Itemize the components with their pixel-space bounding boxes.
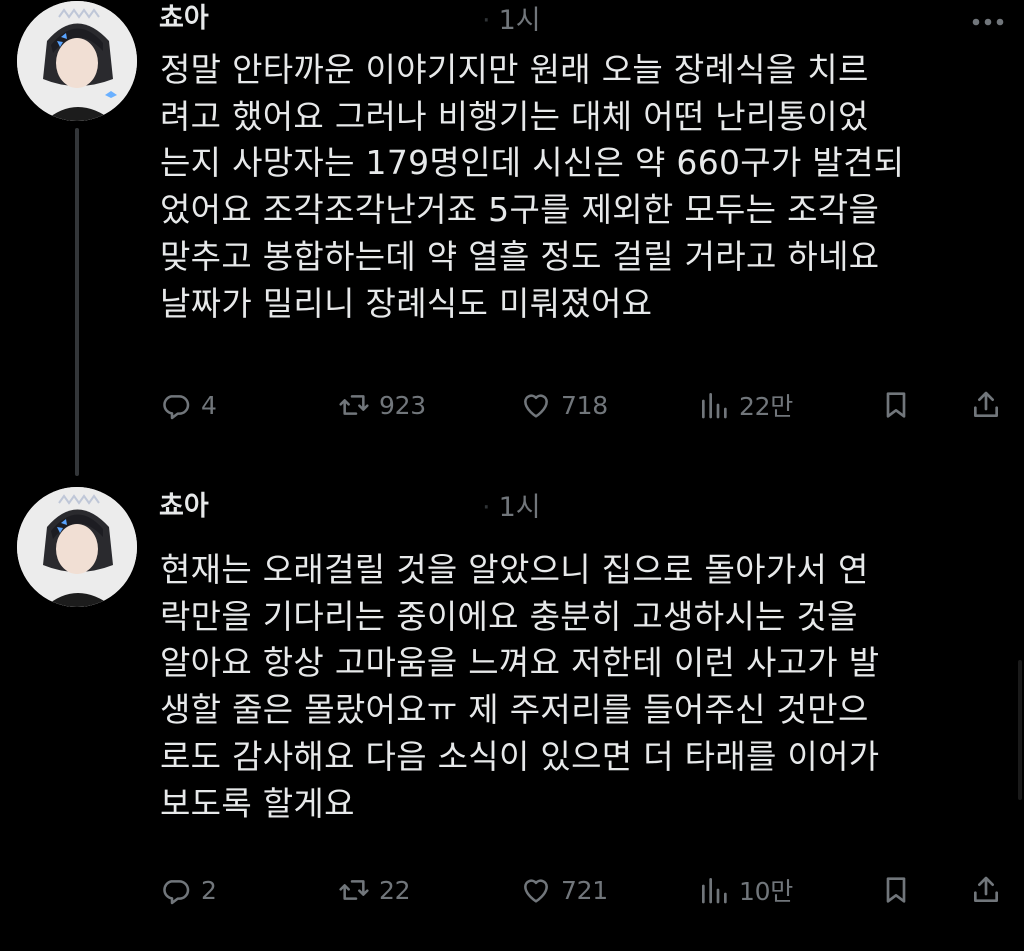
reply-count: 2 [201, 875, 217, 905]
retweet-icon [339, 880, 369, 900]
display-name[interactable]: 쵸아 [159, 2, 209, 36]
avatar-image [17, 1, 137, 121]
retweet-count: 923 [379, 390, 426, 420]
share-button[interactable] [970, 870, 1002, 910]
retweet-count: 22 [379, 875, 411, 905]
avatar-image [17, 487, 137, 607]
tweet-text-line: 현재는 오래걸릴 것을 알았으니 집으로 돌아가서 연 [160, 550, 869, 589]
views-button[interactable]: 22만 [698, 385, 793, 425]
bookmark-icon [886, 392, 906, 418]
action-bar: 2 22 721 10만 [160, 870, 1008, 910]
action-bar: 4 923 718 22만 [160, 385, 1008, 425]
like-count: 721 [561, 875, 608, 905]
separator-dot: · [482, 5, 491, 36]
timestamp[interactable]: · 1시 [482, 491, 541, 525]
tweet-text-line: 로도 감사해요 다음 소식이 있으면 더 타래를 이어가 [160, 736, 880, 776]
retweet-button[interactable]: 923 [338, 385, 426, 425]
tweet: 쵸아 · 1시 정말 안타까운 이야기지만 원래 오늘 장례식을 치르 려고 했어… [0, 0, 1024, 480]
thread-connector-line [75, 128, 79, 476]
like-button[interactable]: 718 [520, 385, 608, 425]
tweet-text-line: 려고 했어요 그러나 비행기는 대체 어떤 난리통이었 [160, 96, 869, 136]
tweet-text-line: 는지 사망자는 179명인데 시신은 약 660구가 발견되 [160, 143, 905, 183]
more-options-button[interactable] [968, 8, 1008, 36]
tweet-text-line: 알아요 항상 고마움을 느껴요 저한테 이런 사고가 발 [160, 643, 880, 683]
view-count: 22만 [739, 392, 793, 421]
timestamp-text: 1시 [498, 492, 541, 523]
tweet-text-line: 락만을 기다리는 중이에요 충분히 고생하시는 것을 [160, 596, 858, 636]
tweet-text-line: 보도록 할게요 [160, 783, 355, 823]
bookmark-button[interactable] [880, 870, 912, 910]
tweet: 쵸아 · 1시 현재는 오래걸릴 것을 알았으니 집으로 돌아가서 연 락만을 기… [0, 480, 1024, 951]
bookmark-button[interactable] [880, 385, 912, 425]
timestamp-text: 1시 [498, 5, 541, 36]
tweet-text: 정말 안타까운 이야기지만 원래 오늘 장례식을 치르 려고 했어요 그러나 비… [160, 47, 990, 327]
share-icon [974, 391, 998, 417]
tweet-text: 현재는 오래걸릴 것을 알았으니 집으로 돌아가서 연 락만을 기다리는 중이에… [160, 547, 990, 827]
views-button[interactable]: 10만 [698, 870, 793, 910]
timestamp[interactable]: · 1시 [482, 4, 541, 38]
tweet-text-line: 날짜가 밀리니 장례식도 미뤄졌어요 [160, 283, 653, 323]
like-button[interactable]: 721 [520, 870, 608, 910]
reply-icon [163, 395, 190, 420]
reply-count: 4 [201, 390, 217, 420]
like-count: 718 [561, 390, 608, 420]
view-count: 10만 [739, 877, 793, 906]
more-icon [972, 18, 1004, 26]
bookmark-icon [886, 877, 906, 903]
avatar[interactable] [17, 1, 137, 121]
heart-icon [524, 394, 548, 418]
share-button[interactable] [970, 385, 1002, 425]
scrollbar[interactable] [1018, 660, 1022, 800]
views-icon [702, 878, 727, 904]
retweet-button[interactable]: 22 [338, 870, 411, 910]
display-name[interactable]: 쵸아 [159, 490, 209, 524]
tweet-text-line: 었어요 조각조각난거죠 5구를 제외한 모두는 조각을 [160, 190, 880, 230]
tweet-text-line: 정말 안타까운 이야기지만 원래 오늘 장례식을 치르 [160, 50, 869, 89]
retweet-icon [339, 395, 369, 415]
tweet-text-line: 생할 줄은 몰랐어요ㅠ 제 주저리를 들어주신 것만으 [160, 690, 869, 730]
share-icon [974, 876, 998, 902]
reply-icon [163, 880, 190, 905]
separator-dot: · [482, 492, 491, 523]
reply-button[interactable]: 4 [160, 385, 217, 425]
avatar[interactable] [17, 487, 137, 607]
heart-icon [524, 879, 548, 903]
views-icon [702, 393, 727, 419]
reply-button[interactable]: 2 [160, 870, 217, 910]
tweet-text-line: 맞추고 봉합하는데 약 열흘 정도 걸릴 거라고 하네요 [160, 236, 880, 276]
